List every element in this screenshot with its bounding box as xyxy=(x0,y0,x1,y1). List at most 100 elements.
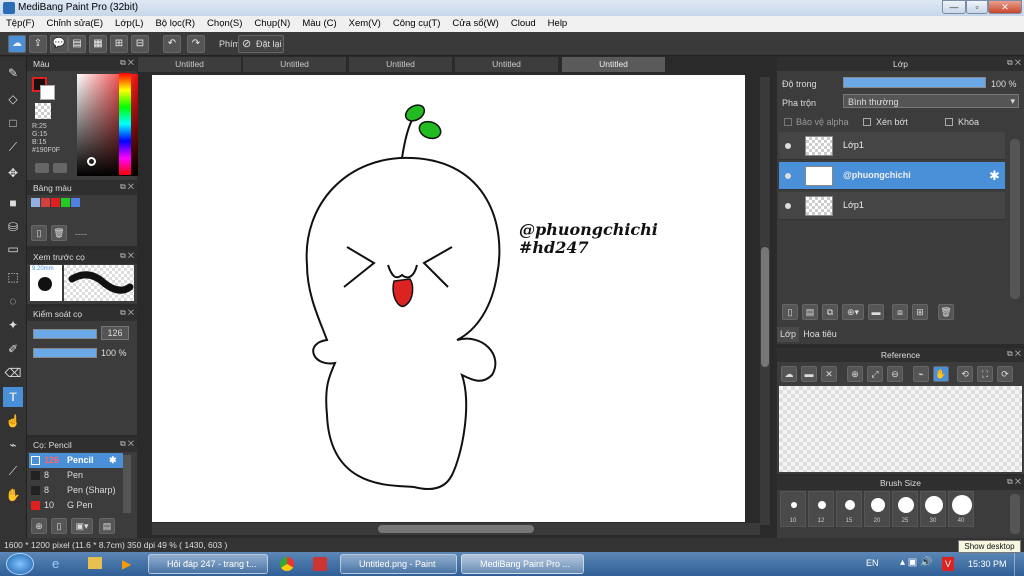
brush-size-preset[interactable]: 12 xyxy=(808,491,834,527)
brush-size-preset[interactable]: 40 xyxy=(948,491,974,527)
open-folder-icon[interactable]: ▬ xyxy=(801,366,817,382)
layer-list-scrollbar[interactable] xyxy=(1010,139,1020,299)
brush-item-pen-sharp[interactable]: 8 Pen (Sharp) xyxy=(29,483,123,498)
ie-icon[interactable]: e xyxy=(52,557,66,571)
eyedropper-icon[interactable]: ⌁ xyxy=(913,366,929,382)
menu-filter[interactable]: Bộ lọc(R) xyxy=(149,16,201,29)
palette-swatch[interactable] xyxy=(31,198,40,207)
eye-icon[interactable] xyxy=(785,143,791,149)
fit-icon[interactable]: ⤢ xyxy=(867,366,883,382)
blend-mode-select[interactable]: Bình thường ▾ xyxy=(843,94,1019,108)
new-halftone-layer-icon[interactable]: ▤ xyxy=(802,304,818,320)
chrome-icon[interactable] xyxy=(280,557,294,571)
tab-layer[interactable]: Lớp xyxy=(777,327,799,342)
palette-delete-icon[interactable]: 🗑 xyxy=(51,225,67,241)
layer-row-selected[interactable]: @phuongchichi ✱ xyxy=(779,162,1005,190)
menu-capture[interactable]: Chụp(N) xyxy=(248,16,296,29)
hue-slider[interactable] xyxy=(119,73,131,175)
show-desktop-button[interactable] xyxy=(1014,552,1024,576)
vertical-scroll-thumb[interactable] xyxy=(761,247,769,367)
material-icon[interactable]: ▤ xyxy=(68,35,86,53)
select-tool-icon[interactable]: ⬚ xyxy=(3,267,23,287)
palette-swatch[interactable] xyxy=(51,198,60,207)
tray-icons[interactable]: ▴ ▣ 🔊 xyxy=(900,557,932,568)
brush-settings-icon[interactable]: ▤ xyxy=(99,518,115,534)
media-player-icon[interactable]: ▶ xyxy=(122,557,136,571)
rect-select-icon[interactable]: □ xyxy=(3,113,23,133)
hand-tool-icon[interactable]: ✋ xyxy=(3,485,23,505)
bucket-tool-icon[interactable]: ⛁ xyxy=(3,217,23,237)
merge-layer-icon[interactable]: ⧈ xyxy=(892,304,908,320)
brush-size-preset[interactable]: 25 xyxy=(892,491,918,527)
brush-size-preset[interactable]: 30 xyxy=(920,491,946,527)
layer-row[interactable]: Lớp1 xyxy=(779,192,1005,220)
layer-opacity-slider[interactable] xyxy=(843,77,986,88)
cloud-icon[interactable]: ☁ xyxy=(8,35,26,53)
start-button[interactable] xyxy=(6,553,34,575)
duplicate-layer-icon[interactable]: ⧉ xyxy=(822,304,838,320)
taskbar-item-browser[interactable]: Hỏi đáp 247 - trang t... xyxy=(148,554,268,574)
close-button[interactable]: ✕ xyxy=(988,0,1022,14)
menu-edit[interactable]: Chỉnh sửa(E) xyxy=(41,16,110,29)
panel-controls-icon[interactable]: ⧉ ✕ xyxy=(120,308,134,318)
eraser-tool-icon[interactable]: ◇ xyxy=(3,89,23,109)
brush-item-pen[interactable]: 8 Pen xyxy=(29,468,123,483)
taskbar-item-medibang[interactable]: MediBang Paint Pro ... xyxy=(461,554,584,574)
color-mode-button-2[interactable] xyxy=(53,163,67,173)
explorer-icon[interactable] xyxy=(88,557,102,569)
layout-icon[interactable]: ⊟ xyxy=(131,35,149,53)
new-brush-icon[interactable]: ▯ xyxy=(51,518,67,534)
grid-icon[interactable]: ⊞ xyxy=(110,35,128,53)
select-pen-icon[interactable]: ✐ xyxy=(3,339,23,359)
minimize-button[interactable]: — xyxy=(942,0,966,14)
add-brush-icon[interactable]: ⊕ xyxy=(31,518,47,534)
redo-icon[interactable]: ↷ xyxy=(187,35,205,53)
panel-controls-icon[interactable]: ⧉ ✕ xyxy=(1007,477,1021,487)
reset-button[interactable]: ⊘ Đặt lại xyxy=(238,35,284,53)
zoom-out-icon[interactable]: ⊖ xyxy=(887,366,903,382)
menu-help[interactable]: Help xyxy=(542,16,574,29)
transparent-swatch[interactable] xyxy=(35,103,51,119)
palette-swatch[interactable] xyxy=(61,198,70,207)
pen-tool-icon[interactable]: ⟋ xyxy=(3,137,23,157)
lasso-tool-icon[interactable]: ◌ xyxy=(3,291,23,311)
tab-untitled-5[interactable]: Untitled xyxy=(562,57,666,72)
reference-cloud-icon[interactable]: ☁ xyxy=(781,366,797,382)
tab-untitled-1[interactable]: Untitled xyxy=(138,57,242,72)
clock[interactable]: 15:30 PM xyxy=(968,559,1007,569)
operation-tool-icon[interactable]: ☝ xyxy=(3,411,23,431)
fullscreen-icon[interactable]: ⛶ xyxy=(977,366,993,382)
brush-size-scrollbar[interactable] xyxy=(1010,494,1020,534)
menu-tools[interactable]: Công cụ(T) xyxy=(387,16,447,29)
text-tool-icon[interactable]: T xyxy=(3,387,23,407)
horizontal-scroll-thumb[interactable] xyxy=(378,525,534,533)
comment-icon[interactable]: 💬 xyxy=(50,35,68,53)
zoom-in-icon[interactable]: ⊕ xyxy=(847,366,863,382)
brush-size-preset[interactable]: 10 xyxy=(780,491,806,527)
tab-untitled-4[interactable]: Untitled xyxy=(455,57,559,72)
menu-window[interactable]: Cửa sổ(W) xyxy=(446,16,504,29)
tray-app-icon[interactable]: V xyxy=(942,557,954,571)
panel-controls-icon[interactable]: ⧉ ✕ xyxy=(120,251,134,261)
panel-controls-icon[interactable]: ⧉ ✕ xyxy=(120,58,134,68)
reference-canvas[interactable] xyxy=(779,386,1022,472)
magic-wand-icon[interactable]: ✦ xyxy=(3,315,23,335)
horizontal-scrollbar[interactable] xyxy=(152,523,760,535)
panel-controls-icon[interactable]: ⧉ ✕ xyxy=(120,439,134,449)
clipping-checkbox[interactable] xyxy=(863,118,871,126)
reset-view-icon[interactable]: ⟳ xyxy=(997,366,1013,382)
tab-navigator[interactable]: Hoa tiêu xyxy=(800,327,840,342)
brush-opacity-slider[interactable] xyxy=(33,348,97,358)
hand-icon[interactable]: ✋ xyxy=(933,366,949,382)
background-color-swatch[interactable] xyxy=(40,85,55,100)
tab-untitled-3[interactable]: Untitled xyxy=(349,57,453,72)
palette-new-icon[interactable]: ▯ xyxy=(31,225,47,241)
gear-icon[interactable]: ✱ xyxy=(989,168,1000,184)
panel-controls-icon[interactable]: ⧉ ✕ xyxy=(120,182,134,192)
brush-size-preset[interactable]: 15 xyxy=(836,491,862,527)
gradient-tool-icon[interactable]: ▭ xyxy=(3,239,23,259)
brush-item-g-pen[interactable]: 10 G Pen xyxy=(29,498,123,513)
drawing-canvas[interactable]: @phuongchichi #hd247 xyxy=(152,75,745,522)
menu-cloud[interactable]: Cloud xyxy=(505,16,542,29)
protect-alpha-checkbox[interactable] xyxy=(784,118,792,126)
